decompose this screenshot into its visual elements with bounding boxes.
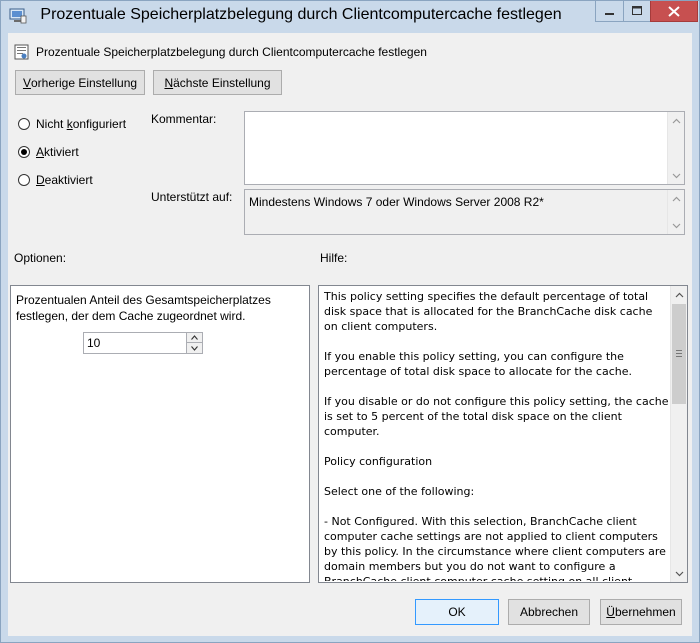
next-setting-button[interactable]: Nächste Einstellung [153,70,282,95]
comment-label: Kommentar: [151,112,217,126]
radio-not-configured[interactable]: Nicht konfiguriert [18,117,126,131]
scroll-up-arrow[interactable] [671,286,687,303]
chevron-up-icon [672,118,680,123]
stepper-buttons [186,333,202,353]
scroll-up-arrow[interactable] [668,112,684,129]
radio-label: Aktiviert [36,145,79,159]
help-label: Hilfe: [320,251,348,265]
chevron-down-icon [675,571,683,576]
chevron-up-icon [191,335,198,340]
cancel-button[interactable]: Abbrechen [508,599,590,625]
radio-button[interactable] [18,174,30,186]
close-button[interactable] [650,1,698,22]
chevron-down-icon [672,223,680,228]
supported-on-value: Mindestens Windows 7 oder Windows Server… [249,195,544,209]
maximize-button[interactable] [623,1,651,22]
radio-button[interactable] [18,118,30,130]
minimize-icon [604,13,614,15]
chevron-down-icon [191,345,198,351]
help-paragraph: This policy setting specifies the defaul… [324,290,653,333]
scroll-down-arrow[interactable] [668,217,684,234]
apply-button[interactable]: Übernehmen [600,599,682,625]
help-text: This policy setting specifies the defaul… [324,289,669,581]
scroll-up-arrow[interactable] [668,190,684,207]
comment-textarea[interactable] [244,111,685,185]
options-panel: Prozentualen Anteil des Gesamtspeicherpl… [10,285,310,583]
radio-button[interactable] [18,146,30,158]
scroll-thumb[interactable] [672,304,686,404]
grip-icon [676,350,682,357]
window-title: Prozentuale Speicherplatzbelegung durch … [40,6,562,23]
ok-button[interactable]: OK [415,599,499,625]
setting-title: Prozentuale Speicherplatzbelegung durch … [36,45,427,59]
scroll-down-arrow[interactable] [671,565,687,582]
dialog-client-area: Prozentuale Speicherplatzbelegung durch … [8,33,692,636]
help-scrollbar[interactable] [670,286,687,582]
help-paragraph: If you enable this policy setting, you c… [324,350,632,378]
chevron-up-icon [672,196,680,201]
help-paragraph: - Not Configured. With this selection, B… [324,515,666,581]
cache-percentage-value[interactable]: 10 [87,336,100,350]
options-label: Optionen: [14,251,67,265]
dialog-window: Prozentuale Speicherplatzbelegung durch … [0,0,700,643]
options-description: Prozentualen Anteil des Gesamtspeicherpl… [16,293,271,323]
help-paragraph: If you disable or do not configure this … [324,395,669,438]
previous-setting-button[interactable]: Vorherige Einstellung [15,70,145,95]
scroll-down-arrow[interactable] [668,167,684,184]
help-panel: This policy setting specifies the defaul… [318,285,688,583]
radio-label: Deaktiviert [36,173,93,187]
radio-disabled[interactable]: Deaktiviert [18,173,93,187]
comment-scrollbar[interactable] [667,112,684,184]
supported-on-label: Unterstützt auf: [151,190,233,204]
stepper-down-button[interactable] [187,343,202,353]
chevron-up-icon [675,292,683,297]
help-paragraph: Policy configuration [324,455,433,468]
help-paragraph: Select one of the following: [324,485,475,498]
supported-scrollbar[interactable] [667,190,684,234]
supported-on-field: Mindestens Windows 7 oder Windows Server… [244,189,685,235]
radio-enabled[interactable]: Aktiviert [18,145,79,159]
policy-setting-icon [14,44,29,60]
close-icon [668,5,680,17]
maximize-icon [632,6,642,15]
stepper-up-button[interactable] [187,333,202,343]
chevron-down-icon [672,173,680,178]
radio-label: Nicht konfiguriert [36,117,127,131]
minimize-button[interactable] [595,1,624,22]
title-bar[interactable]: Prozentuale Speicherplatzbelegung durch … [1,1,699,33]
cache-percentage-stepper[interactable]: 10 [83,332,203,354]
